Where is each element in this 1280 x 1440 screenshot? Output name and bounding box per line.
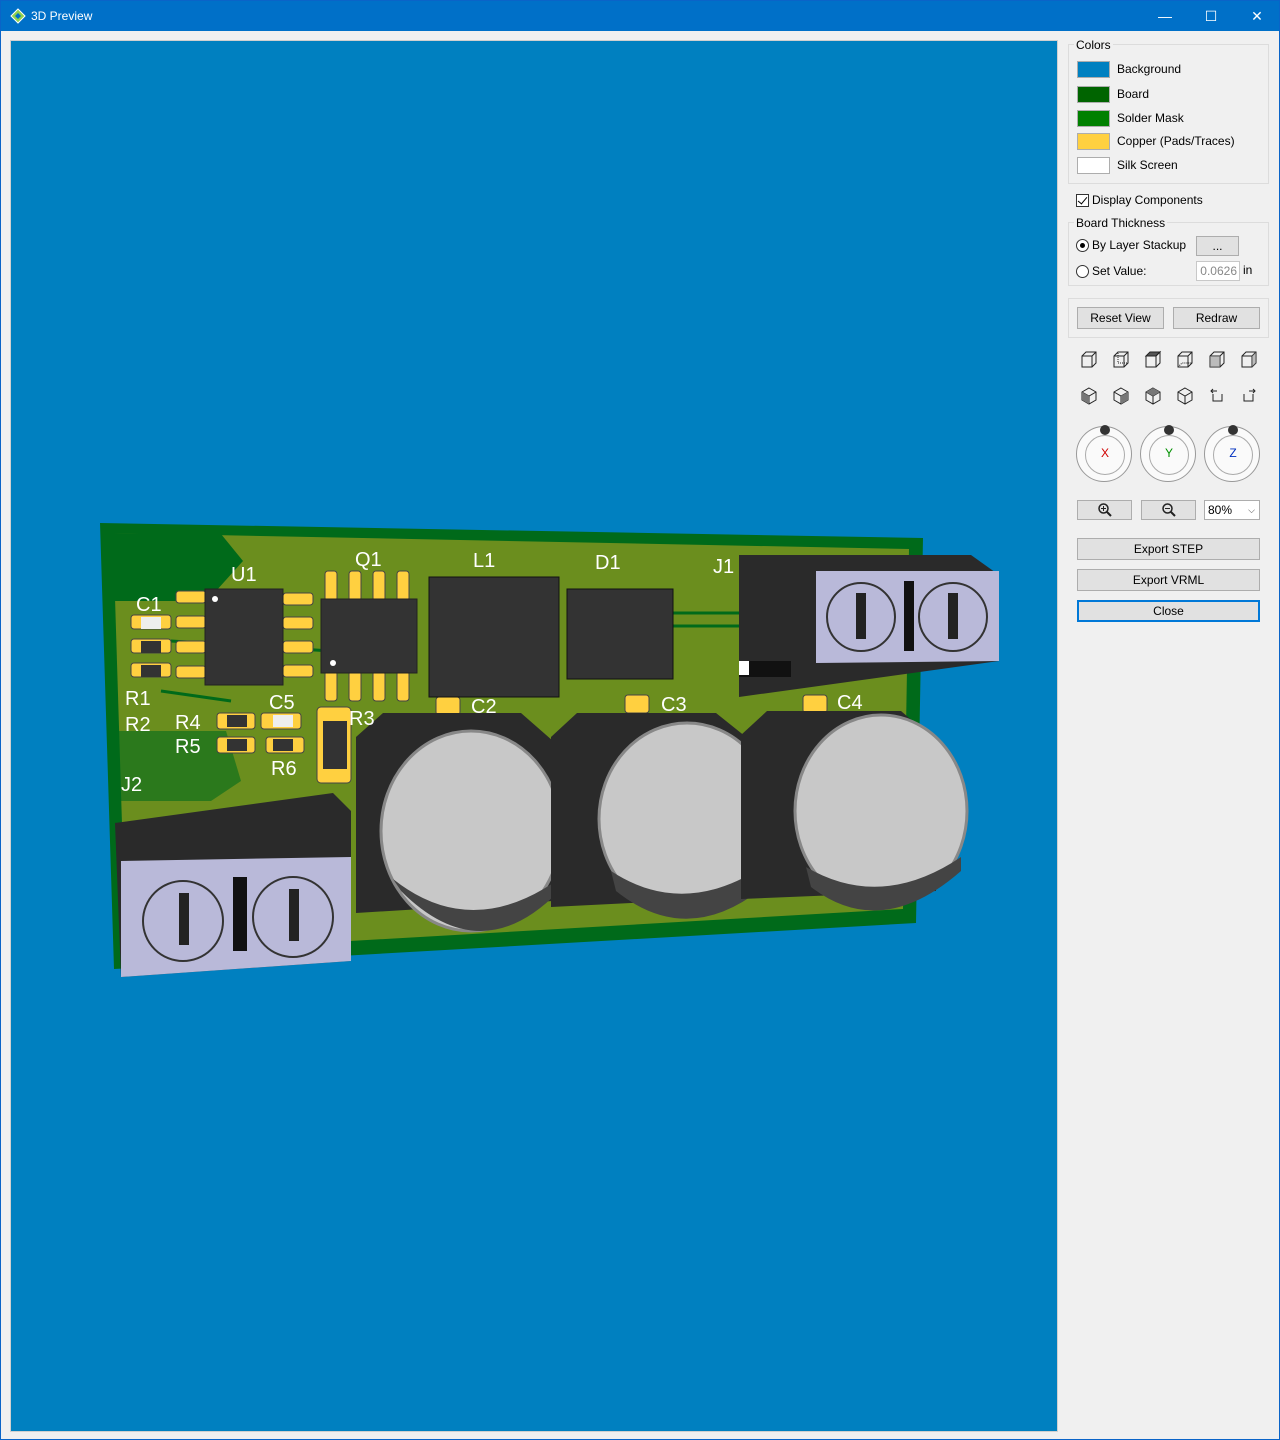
label-r5: R5 [175,736,201,758]
l1-body [428,576,560,698]
display-components-checkbox[interactable] [1076,194,1089,207]
iso-front-right-icon[interactable] [1111,386,1131,406]
rotate-y-dial[interactable]: Y [1140,425,1196,482]
zoom-out-button[interactable] [1141,500,1196,520]
front-view-icon[interactable] [1079,350,1099,370]
solder-mask-swatch[interactable] [1077,110,1110,127]
iso-front-left-icon[interactable] [1079,386,1099,406]
d1-body [566,588,674,680]
layer-stackup-button[interactable]: ... [1196,236,1239,256]
label-u1: U1 [231,564,257,586]
label-j1: J1 [713,556,734,578]
by-layer-stackup-label[interactable]: By Layer Stackup [1092,238,1186,252]
close-window-button[interactable]: ✕ [1234,1,1280,31]
z-dial-label: Z [1229,446,1237,460]
rotate-z-dial[interactable]: Z [1204,425,1260,482]
z-dial-knob[interactable] [1228,425,1238,435]
u1-body [204,588,284,686]
board-swatch[interactable] [1077,86,1110,103]
label-d1: D1 [595,552,621,574]
thickness-unit: in [1243,263,1253,277]
iso-back-left-icon[interactable] [1143,386,1163,406]
label-l1: L1 [473,550,495,572]
silk-screen-label: Silk Screen [1117,158,1178,172]
rotate-x-dial[interactable]: X [1076,425,1132,482]
right-view-icon[interactable] [1239,350,1259,370]
label-c5: C5 [269,692,295,714]
x-dial-knob[interactable] [1100,425,1110,435]
label-c1: C1 [136,594,162,616]
label-r6: R6 [271,758,297,780]
copper-swatch[interactable] [1077,133,1110,150]
capacitor-c4 [741,711,969,911]
silk-screen-swatch[interactable] [1077,157,1110,174]
colors-group: Colors Background Board Solder Mask Copp… [1068,38,1269,184]
set-value-radio[interactable] [1076,265,1089,278]
zoom-in-icon [1097,503,1112,517]
app-icon [10,8,26,24]
bottom-view-icon[interactable] [1175,350,1195,370]
preview-window: 3D Preview — ☐ ✕ C1 U1 Q1 L1 D1 J1 R1 R2… [0,0,1280,1440]
background-swatch[interactable] [1077,61,1110,78]
capacitor-c2 [356,713,563,933]
label-r3: R3 [349,708,375,730]
label-c2: C2 [471,696,497,718]
iso-back-right-icon[interactable] [1175,386,1195,406]
reset-view-button[interactable]: Reset View [1077,307,1164,329]
label-r4: R4 [175,712,201,734]
top-view-icon[interactable] [1143,350,1163,370]
label-r1: R1 [125,688,151,710]
redraw-button[interactable]: Redraw [1173,307,1260,329]
solder-mask-label: Solder Mask [1117,111,1184,125]
label-c4: C4 [837,692,863,714]
board-label: Board [1117,87,1150,101]
y-dial-knob[interactable] [1164,425,1174,435]
y-dial-label: Y [1164,446,1173,460]
minimize-button[interactable]: — [1142,1,1188,31]
zoom-out-icon [1161,503,1176,517]
by-layer-stackup-radio[interactable] [1076,239,1089,252]
display-components-label[interactable]: Display Components [1092,193,1203,207]
x-dial-label: X [1100,446,1109,460]
label-q1: Q1 [355,549,382,571]
export-vrml-button[interactable]: Export VRML [1077,569,1260,591]
left-view-icon[interactable] [1207,350,1227,370]
label-r2: R2 [125,714,151,736]
export-step-button[interactable]: Export STEP [1077,538,1260,560]
board-thickness-title: Board Thickness [1074,216,1168,230]
label-c3: C3 [661,694,687,716]
colors-title: Colors [1074,38,1113,52]
chevron-down-icon: ⌵ [1248,505,1255,515]
rotate-cw-icon[interactable] [1239,386,1259,406]
window-title: 3D Preview [31,9,93,23]
title-bar[interactable]: 3D Preview — ☐ ✕ [1,1,1279,31]
close-button[interactable]: Close [1077,600,1260,622]
thickness-value-input[interactable]: 0.0626 [1196,261,1240,281]
background-label: Background [1117,62,1182,76]
rotate-ccw-icon[interactable] [1207,386,1227,406]
pcb-3d-render: C1 U1 Q1 L1 D1 J1 R1 R2 R4 C5 R5 R3 R6 C… [100,523,999,977]
copper-label: Copper (Pads/Traces) [1117,134,1235,148]
zoom-level-value: 80% [1208,503,1233,517]
zoom-level-select[interactable]: 80% ⌵ [1204,500,1260,520]
set-value-label[interactable]: Set Value: [1092,264,1146,278]
3d-viewport[interactable]: C1 U1 Q1 L1 D1 J1 R1 R2 R4 C5 R5 R3 R6 C… [10,40,1058,1432]
zoom-in-button[interactable] [1077,500,1132,520]
back-view-icon[interactable] [1111,350,1131,370]
label-j2: J2 [121,774,142,796]
maximize-button[interactable]: ☐ [1188,1,1234,31]
